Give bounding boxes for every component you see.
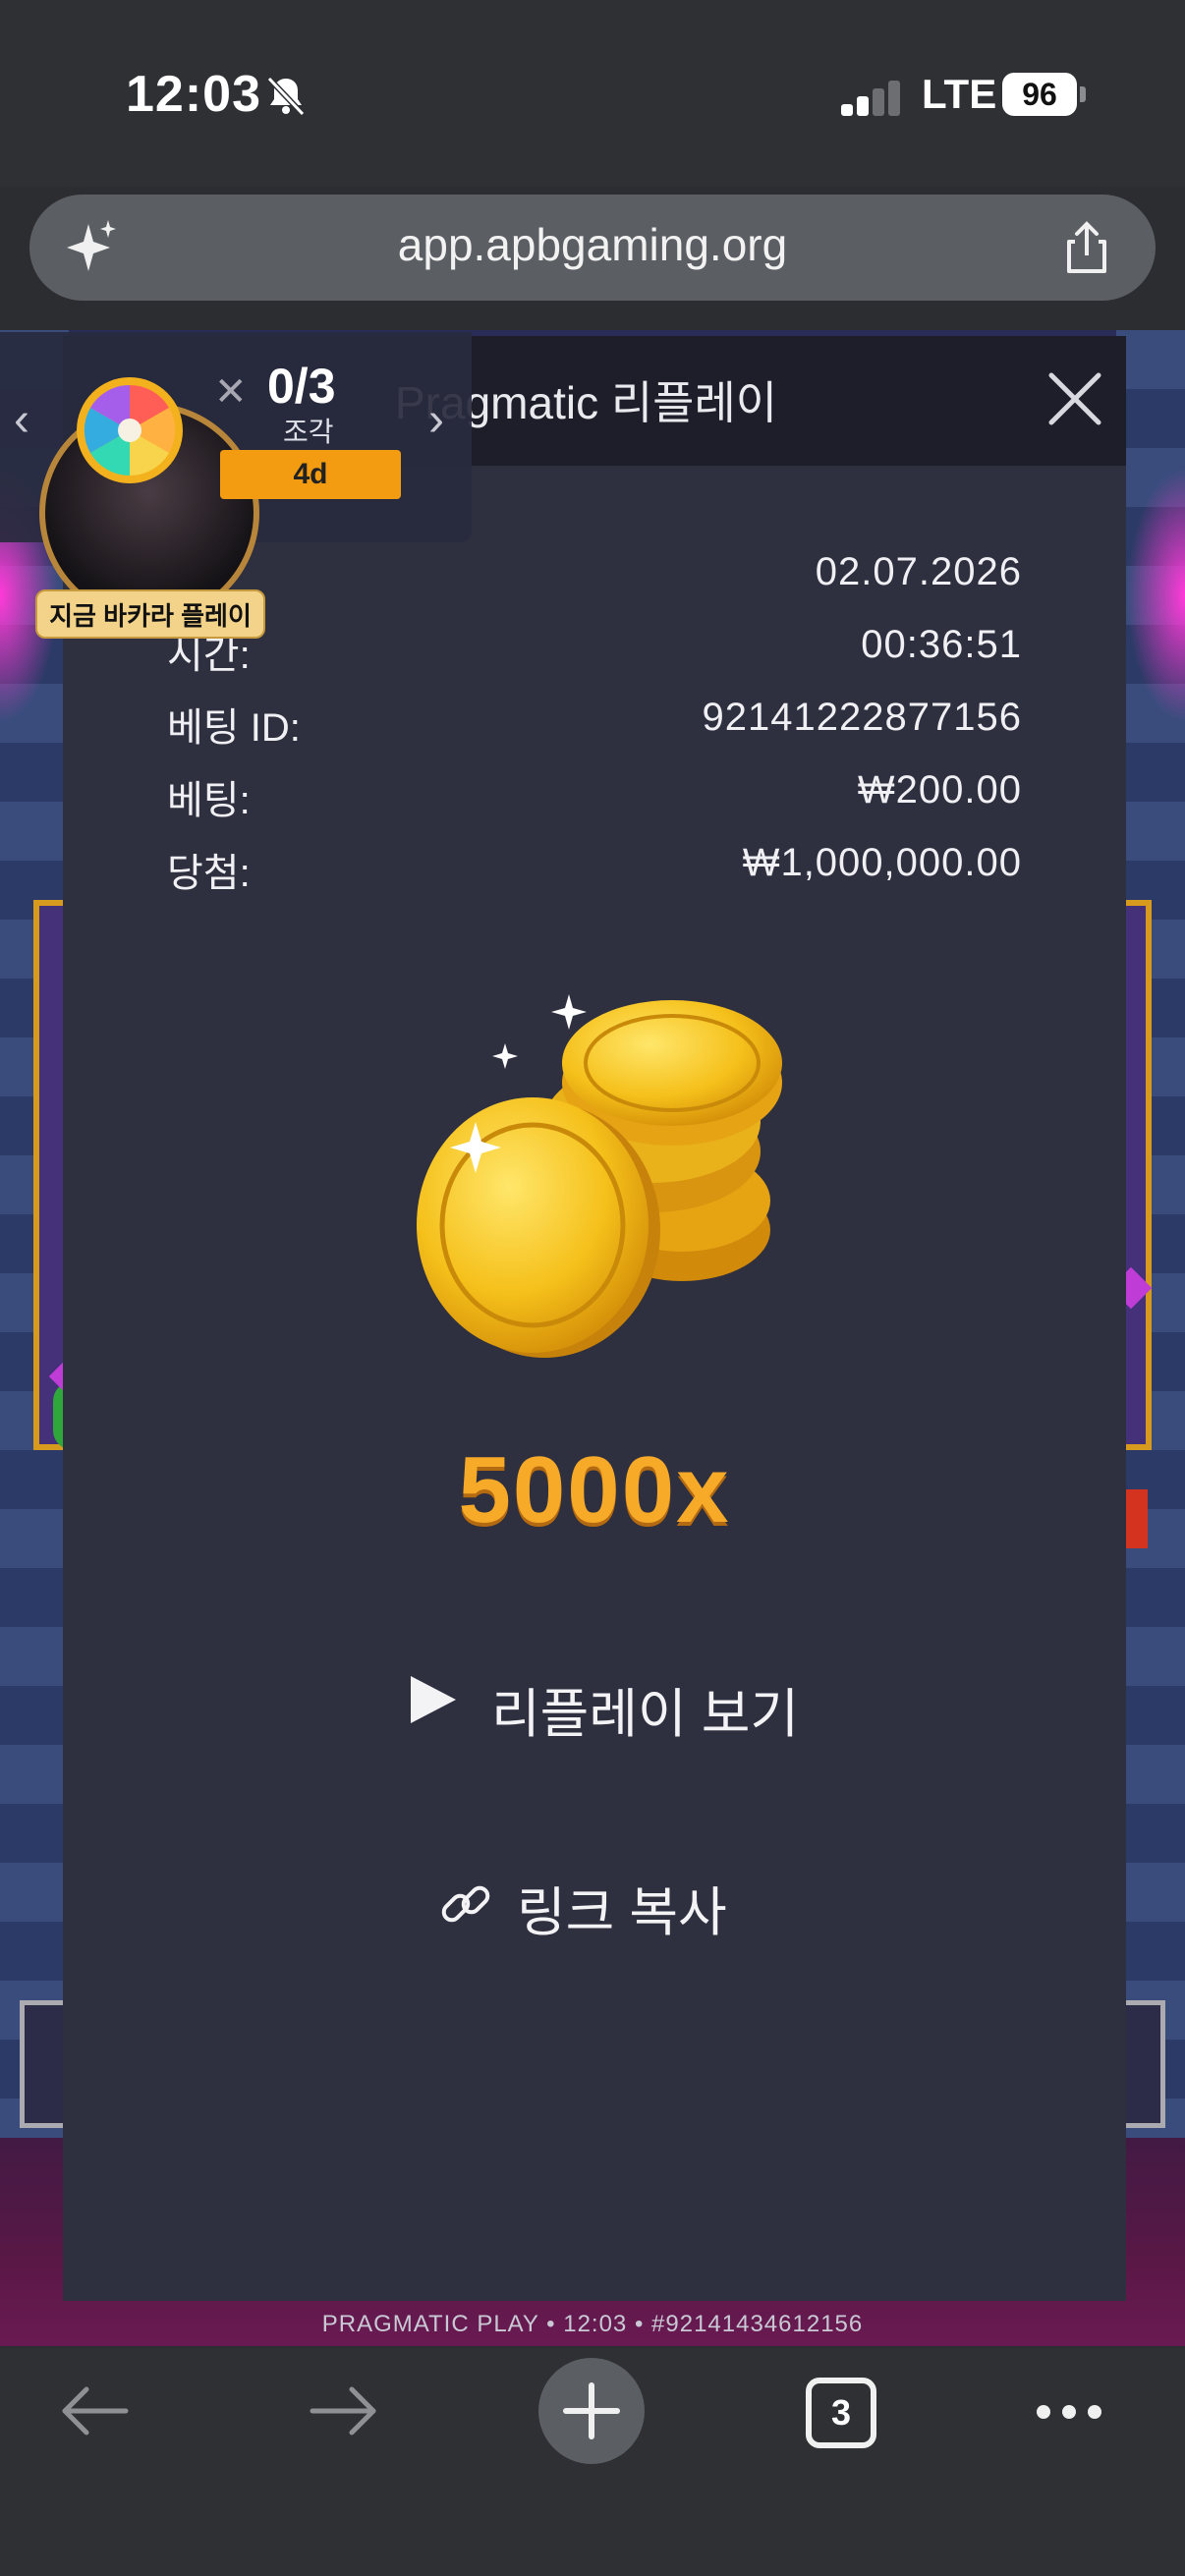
play-baccarat-button[interactable]: 지금 바카라 플레이 — [35, 589, 265, 639]
prize-wheel-icon[interactable] — [75, 375, 185, 485]
timer-badge: 4d — [220, 450, 401, 499]
info-row-bet: 베팅: ₩200.00 — [167, 760, 1022, 833]
plus-icon — [563, 2382, 620, 2439]
new-tab-button[interactable] — [538, 2358, 645, 2464]
info-row-win: 당첨: ₩1,000,000.00 — [167, 833, 1022, 906]
clock: 12:03 — [126, 66, 261, 123]
multiply-sign: ✕ — [214, 370, 248, 414]
network-type: LTE — [922, 71, 997, 117]
info-label: 베팅 ID: — [167, 706, 301, 750]
play-icon — [411, 1676, 456, 1723]
info-value: 00:36:51 — [861, 623, 1022, 666]
bell-slash-icon — [266, 76, 306, 117]
info-row-time: 시간: 00:36:51 — [167, 615, 1022, 688]
status-bar: 12:03 LTE 96 — [0, 0, 1185, 187]
close-icon[interactable] — [1040, 364, 1110, 434]
game-footer: PRAGMATIC PLAY • 12:03 • #92141434612156 — [321, 2311, 864, 2337]
chevron-right-icon[interactable]: › — [428, 393, 444, 447]
coins-icon — [417, 994, 782, 1358]
tabs-icon[interactable]: 3 — [806, 2378, 876, 2448]
info-value: 92141222877156 — [702, 696, 1022, 739]
forward-arrow-icon[interactable] — [307, 2381, 381, 2440]
back-arrow-icon[interactable] — [57, 2381, 132, 2440]
copy-link-button[interactable]: 링크 복사 — [436, 1855, 790, 1953]
pieces-count: 0/3 — [267, 359, 336, 414]
info-value: ₩200.00 — [857, 768, 1022, 812]
watch-replay-label: 리플레이 보기 — [491, 1685, 800, 1744]
copy-link-label: 링크 복사 — [517, 1883, 727, 1942]
info-row-date: 02.07.2026 — [167, 542, 1022, 615]
link-icon — [441, 1885, 490, 1923]
chevron-left-icon[interactable]: ‹ — [14, 393, 29, 447]
battery-tip — [1080, 86, 1086, 102]
info-label: 당첨: — [167, 852, 251, 895]
info-row-bet-id: 베팅 ID: 92141222877156 — [167, 688, 1022, 760]
watch-replay-button[interactable]: 리플레이 보기 — [397, 1652, 810, 1751]
url-text[interactable]: app.apbgaming.org — [0, 218, 1185, 271]
share-icon[interactable] — [1057, 218, 1116, 277]
win-multiplier: 5000x — [458, 1437, 731, 1542]
signal-icon — [841, 81, 902, 116]
more-icon[interactable] — [1034, 2401, 1104, 2423]
bet-info: 02.07.2026 시간: 00:36:51 베팅 ID: 921412228… — [167, 542, 1022, 906]
pieces-label: 조각 — [283, 417, 334, 447]
info-value: ₩1,000,000.00 — [742, 841, 1022, 884]
glow-right — [1126, 468, 1185, 723]
battery-icon: 96 — [1002, 73, 1077, 116]
info-value: 02.07.2026 — [815, 550, 1022, 593]
info-label: 베팅: — [167, 779, 251, 822]
